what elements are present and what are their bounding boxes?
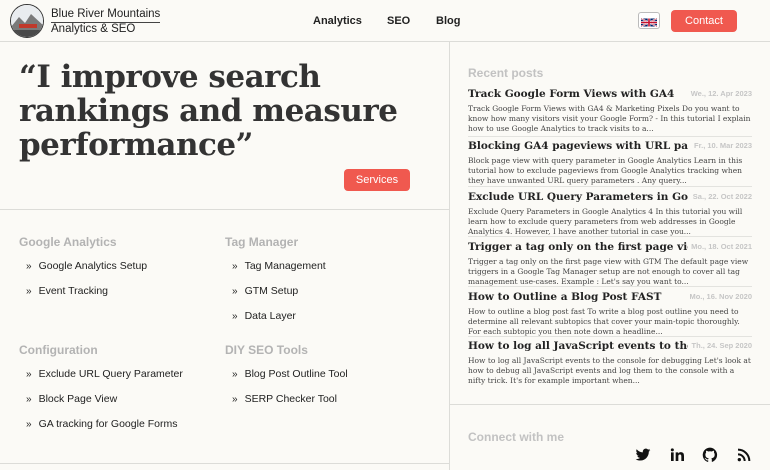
recent-posts-title: Recent posts [468, 66, 544, 80]
chevron-right-icon: » [232, 369, 238, 380]
post-title[interactable]: Blocking GA4 pageviews with URL param… [468, 140, 688, 152]
nav-blog[interactable]: Blog [436, 15, 460, 27]
post-divider [468, 186, 752, 187]
post-divider [468, 236, 752, 237]
post-excerpt: Block page view with query parameter in … [468, 156, 743, 185]
post-date: Th., 24. Sep 2020 [691, 341, 752, 350]
brand-line2: Analytics & SEO [51, 23, 136, 35]
linkedin-icon[interactable] [669, 447, 685, 463]
github-icon[interactable] [702, 447, 718, 463]
group-title-diy-seo-tools: DIY SEO Tools [225, 343, 308, 357]
nav-seo[interactable]: SEO [387, 15, 410, 27]
post-excerpt: How to log all JavaScript events to the … [468, 356, 751, 385]
contact-button[interactable]: Contact [671, 10, 737, 32]
post-date: Sa., 22. Oct 2022 [692, 192, 752, 201]
chevron-right-icon: » [26, 369, 32, 380]
post-excerpt: How to outline a blog post fast To write… [468, 307, 740, 336]
link-exclude-url-query-parameter[interactable]: » Exclude URL Query Parameter [26, 368, 183, 380]
twitter-icon[interactable] [635, 447, 651, 463]
logo-icon[interactable] [10, 4, 44, 38]
link-block-page-view[interactable]: » Block Page View [26, 393, 117, 405]
post-divider [468, 336, 752, 337]
post-excerpt: Trigger a tag only on the first page vie… [468, 257, 749, 286]
section-divider [0, 209, 449, 210]
chevron-right-icon: » [232, 394, 238, 405]
chevron-right-icon: » [26, 394, 32, 405]
link-event-tracking[interactable]: » Event Tracking [26, 285, 108, 297]
post-title[interactable]: Trigger a tag only on the first page vie… [468, 241, 688, 253]
post-divider [468, 136, 752, 137]
site-header: Blue River Mountains Analytics & SEO Ana… [0, 0, 770, 42]
link-gtm-setup[interactable]: » GTM Setup [232, 285, 298, 297]
services-button[interactable]: Services [344, 169, 410, 191]
chevron-right-icon: » [232, 311, 238, 322]
link-blog-post-outline-tool[interactable]: » Blog Post Outline Tool [232, 368, 348, 380]
brand-line1: Blue River Mountains [51, 8, 161, 23]
chevron-right-icon: » [232, 261, 238, 272]
post-date: Fr., 10. Mar 2023 [694, 141, 752, 150]
link-ga-tracking-google-forms[interactable]: » GA tracking for Google Forms [26, 418, 177, 430]
rss-icon[interactable] [736, 447, 752, 463]
post-excerpt: Exclude Query Parameters in Google Analy… [468, 207, 743, 236]
post-title[interactable]: Track Google Form Views with GA4 [468, 88, 688, 100]
post-excerpt: Track Google Form Views with GA4 & Marke… [468, 104, 751, 133]
link-data-layer[interactable]: » Data Layer [232, 310, 296, 322]
column-divider [449, 42, 450, 470]
link-serp-checker-tool[interactable]: » SERP Checker Tool [232, 393, 337, 405]
chevron-right-icon: » [26, 261, 32, 272]
uk-flag-icon[interactable] [638, 12, 660, 29]
post-divider [468, 286, 752, 287]
link-tag-management[interactable]: » Tag Management [232, 260, 326, 272]
connect-title: Connect with me [468, 430, 565, 444]
section-divider [449, 404, 770, 405]
group-title-configuration: Configuration [19, 343, 98, 357]
brand-name[interactable]: Blue River Mountains Analytics & SEO [51, 8, 161, 36]
link-google-analytics-setup[interactable]: » Google Analytics Setup [26, 260, 147, 272]
nav-analytics[interactable]: Analytics [313, 15, 362, 27]
chevron-right-icon: » [26, 419, 32, 430]
chevron-right-icon: » [232, 286, 238, 297]
post-date: We., 12. Apr 2023 [690, 89, 752, 98]
chevron-right-icon: » [26, 286, 32, 297]
post-date: Mo., 18. Oct 2021 [691, 242, 752, 251]
hero-headline: “I improve search rankings and measure p… [19, 59, 398, 163]
group-title-google-analytics: Google Analytics [19, 235, 117, 249]
post-date: Mo., 16. Nov 2020 [689, 292, 752, 301]
group-title-tag-manager: Tag Manager [225, 235, 299, 249]
section-divider [0, 463, 449, 464]
post-title[interactable]: Exclude URL Query Parameters in Googl… [468, 191, 688, 203]
post-title[interactable]: How to log all JavaScript events to the … [468, 340, 688, 352]
post-title[interactable]: How to Outline a Blog Post FAST [468, 291, 688, 303]
